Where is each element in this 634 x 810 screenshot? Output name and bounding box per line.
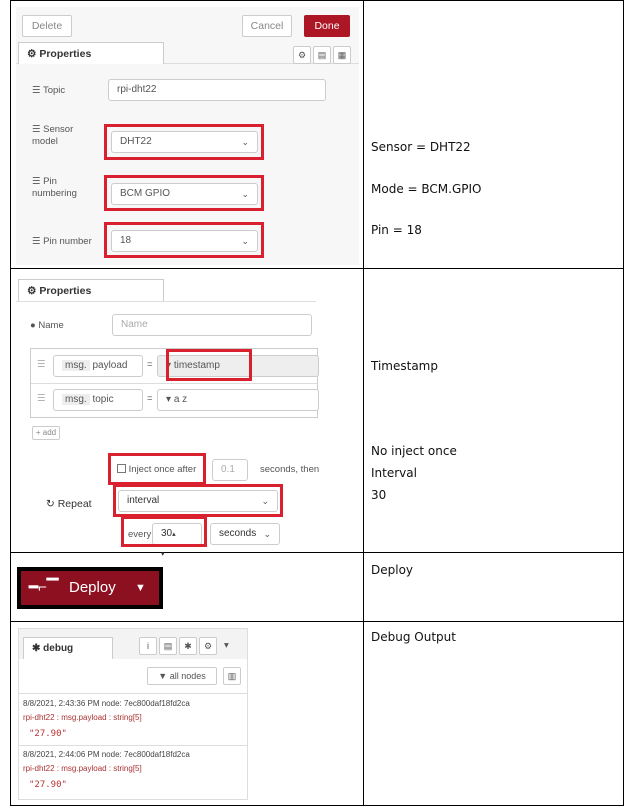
highlight-box [108,453,206,485]
row-inject-config: ⚙ Properties ● Name Name ☰ msg. payload … [11,269,623,558]
bug-icon: ✱ [32,643,44,654]
list-icon: ☰ [32,85,43,96]
highlight-box [121,516,207,547]
debug-message-value[interactable]: "27.90" [29,729,67,739]
deploy-icon: ━⌐▔ [29,579,59,596]
highlight-box [166,349,252,381]
drag-handle-icon[interactable]: ☰ [37,359,46,370]
gear-icon[interactable]: ⚙ [199,637,217,655]
tab-debug[interactable]: ✱ debug [23,637,113,659]
deploy-button[interactable]: ━⌐▔ Deploy ▼ [21,571,159,605]
pin-number-label: ☰ Pin number [32,236,92,247]
repeat-icon: ↻ [46,498,58,510]
debug-message-topic[interactable]: rpi-dht22 : msg.payload : string[5] [23,764,142,773]
note-interval-value: 30 [371,488,387,502]
note-sensor: Sensor = DHT22 [371,140,471,154]
sensor-model-label: ☰ Sensor model [32,124,74,147]
caret-down-icon[interactable]: ▾ [224,640,229,651]
inject-delay-unit: seconds, then [260,464,320,475]
note-debug-output: Debug Output [371,630,456,644]
inject-delay-input[interactable]: 0.1 [212,459,248,481]
note-interval: Interval [371,466,417,480]
trash-icon[interactable]: ▥ [223,667,241,685]
deploy-frame: ━⌐▔ Deploy ▼ [17,567,163,609]
note-mode: Mode = BCM.GPIO [371,182,482,196]
gear-icon[interactable]: ⚙ [293,46,311,64]
row-sensor-config: Delete Cancel Done ⚙ Properties ⚙ ▤ ▦ ☰ … [11,1,623,269]
add-button[interactable]: + add [32,426,60,440]
note-deploy: Deploy [371,563,414,577]
bug-icon[interactable]: ✱ [179,637,197,655]
tab-properties[interactable]: ⚙ Properties [18,279,164,301]
filter-icon: ▼ [158,671,170,681]
caret-down-icon[interactable]: ▼ [135,571,146,605]
highlight-box [104,175,264,211]
sensor-edit-panel: Delete Cancel Done ⚙ Properties ⚙ ▤ ▦ ☰ … [16,7,359,265]
property-name-input[interactable]: msg. payload [53,355,143,377]
debug-sidebar: ✱ debug i ▤ ✱ ⚙ ▾ ▼ all nodes ▥ 8/8/2021… [18,628,248,800]
debug-message-meta: 8/8/2021, 2:43:36 PM node: 7ec800daf18fd… [23,699,190,708]
drag-handle-icon[interactable]: ☰ [37,393,46,404]
highlight-box [113,484,283,517]
info-icon[interactable]: i [139,637,157,655]
gear-icon: ⚙ [27,48,40,60]
book-icon[interactable]: ▤ [159,637,177,655]
name-label: ● Name [30,320,64,331]
debug-message-meta: 8/8/2021, 2:44:06 PM node: 7ec800daf18fd… [23,750,190,759]
note-no-inject: No inject once [371,444,457,458]
appearance-icon[interactable]: ▦ [333,46,351,64]
name-input[interactable]: Name [112,314,312,336]
document-table: Delete Cancel Done ⚙ Properties ⚙ ▤ ▦ ☰ … [10,0,624,806]
highlight-box [104,222,264,258]
debug-message-topic[interactable]: rpi-dht22 : msg.payload : string[5] [23,713,142,722]
debug-message-value[interactable]: "27.90" [29,780,67,790]
done-button[interactable]: Done [304,15,350,37]
tab-properties[interactable]: ⚙ Properties [18,42,164,64]
list-icon: ☰ [32,124,44,135]
property-value-input[interactable]: ▾ a z [157,389,319,411]
cancel-button[interactable]: Cancel [242,15,292,37]
property-name-input[interactable]: msg. topic [53,389,143,411]
delete-button[interactable]: Delete [22,15,72,37]
note-pin: Pin = 18 [371,223,422,237]
list-icon: ☰ [32,176,44,187]
topic-input[interactable]: rpi-dht22 [108,79,326,101]
highlight-box [104,124,264,160]
row-debug: ✱ debug i ▤ ✱ ⚙ ▾ ▼ all nodes ▥ 8/8/2021… [11,622,623,805]
pin-numbering-label: ☰ Pin numbering [32,176,77,199]
gear-icon: ⚙ [27,285,40,297]
filter-button[interactable]: ▼ all nodes [147,667,217,685]
repeat-label: ↻ Repeat [46,498,92,510]
chevron-down-icon: ⌄ [263,529,271,539]
description-icon[interactable]: ▤ [313,46,331,64]
list-icon: ☰ [32,236,44,247]
interval-unit-select[interactable]: seconds ⌄ [210,523,280,545]
note-timestamp: Timestamp [371,359,438,373]
caret-down-icon: ▾ [166,394,174,405]
topic-label: ☰ Topic [32,85,66,96]
row-deploy: ━⌐▔ Deploy ▼ Deploy [11,553,623,622]
inject-edit-panel: ⚙ Properties ● Name Name ☰ msg. payload … [16,275,359,558]
